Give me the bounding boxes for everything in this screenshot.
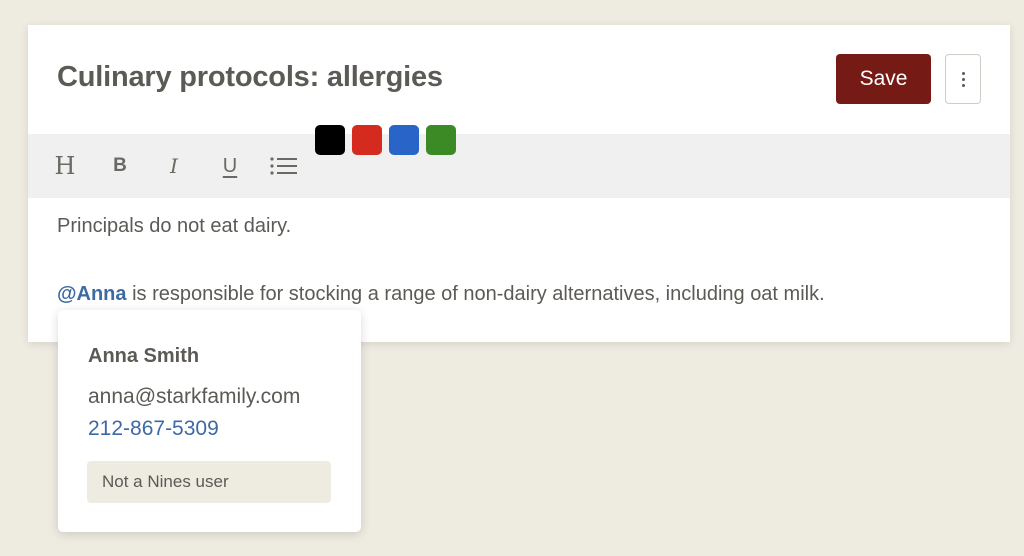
document-card: Culinary protocols: allergies Save H B I… — [28, 25, 1010, 342]
italic-button[interactable]: I — [160, 150, 188, 182]
vertical-ellipsis-icon-dot — [961, 77, 965, 81]
paragraph: @Anna is responsible for stocking a rang… — [57, 283, 825, 306]
color-swatch-red[interactable] — [352, 125, 382, 155]
heading-button[interactable]: H — [50, 150, 80, 182]
vertical-ellipsis-icon-dot — [961, 83, 965, 87]
color-swatch-green[interactable] — [426, 125, 456, 155]
document-title: Culinary protocols: allergies — [57, 61, 443, 93]
bold-button[interactable]: B — [106, 150, 134, 182]
mention-link[interactable]: @Anna — [57, 283, 127, 305]
color-swatch-blue[interactable] — [389, 125, 419, 155]
bulleted-list-button[interactable] — [268, 150, 300, 182]
vertical-ellipsis-icon — [961, 71, 965, 75]
more-options-button[interactable] — [945, 54, 981, 104]
heading-icon: H — [54, 152, 76, 180]
contact-popover: Anna Smith anna@starkfamily.com 212-867-… — [58, 310, 361, 532]
underline-button[interactable]: U — [216, 150, 244, 182]
bulleted-list-icon — [270, 157, 297, 175]
paragraph: Principals do not eat dairy. — [57, 215, 292, 237]
document-header: Culinary protocols: allergies Save — [28, 25, 1010, 134]
contact-phone-link[interactable]: 212-867-5309 — [88, 417, 219, 441]
formatting-toolbar: H B I U — [28, 134, 1010, 198]
bold-icon: B — [113, 155, 127, 176]
italic-icon: I — [170, 154, 178, 178]
save-button[interactable]: Save — [836, 54, 931, 104]
paragraph-text: is responsible for stocking a range of n… — [126, 283, 825, 305]
contact-name: Anna Smith — [88, 345, 200, 367]
contact-email: anna@starkfamily.com — [88, 385, 301, 408]
underline-icon: U — [222, 154, 238, 177]
user-status-badge: Not a Nines user — [87, 461, 331, 503]
color-swatch-black[interactable] — [315, 125, 345, 155]
